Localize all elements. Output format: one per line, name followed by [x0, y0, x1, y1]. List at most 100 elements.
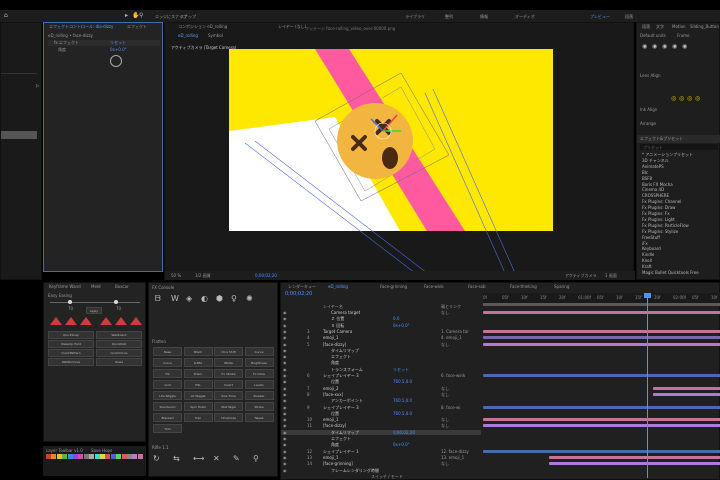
fx-button[interactable]: Lit Wiggle: [183, 391, 213, 400]
effects-list-item[interactable]: Fx Plugins: ParticleFlow: [642, 223, 689, 228]
layer-name[interactable]: [face-dizzy]: [323, 423, 346, 428]
fx-button[interactable]: Levels: [244, 380, 274, 389]
timeline-tab[interactable]: Face-thinking: [507, 283, 540, 291]
visibility-eye-icon[interactable]: ◉: [283, 386, 287, 391]
layer-parent[interactable]: なし: [441, 417, 449, 422]
layer-parent[interactable]: なし: [441, 423, 449, 428]
layer-name[interactable]: Ｚ 位置: [331, 316, 344, 321]
color-swatch[interactable]: [67, 454, 73, 459]
visibility-eye-icon[interactable]: ◉: [283, 461, 287, 466]
layer-row[interactable]: [281, 386, 481, 391]
layer-name[interactable]: [face-grinning]: [323, 461, 353, 466]
color-swatch[interactable]: [110, 454, 116, 459]
visibility-eye-icon[interactable]: ◉: [283, 417, 287, 422]
timeline-tab[interactable]: レンダーキュー: [285, 283, 319, 291]
layer-row[interactable]: [281, 316, 481, 321]
zoom-level[interactable]: 50 %: [171, 273, 181, 278]
layer-duration-bar[interactable]: [483, 449, 720, 453]
menu-item[interactable]: ライブラリ: [405, 14, 425, 19]
fx-button[interactable]: HSL: [183, 380, 213, 389]
layer-name[interactable]: emoji_1: [323, 335, 339, 340]
layer-value[interactable]: 0x+0.0°: [393, 323, 410, 328]
layer-row[interactable]: [281, 367, 481, 372]
tab-boxcar[interactable]: Boxcar: [112, 283, 132, 291]
rifle-tool-icon[interactable]: ⟷: [193, 455, 204, 463]
tab-effect-controls[interactable]: エフェクトコントロール: dia-dizzy: [46, 23, 116, 31]
layer-row[interactable]: [281, 411, 481, 416]
tab-sliding[interactable]: Sliding_Button: [687, 23, 720, 31]
color-swatch[interactable]: [46, 454, 51, 459]
comp-canvas[interactable]: [165, 23, 635, 281]
apply-button[interactable]: apply: [86, 307, 102, 314]
layer-parent[interactable]: 12. face-dizzy: [441, 449, 469, 454]
home-icon[interactable]: ⌂: [4, 12, 8, 20]
color-swatch[interactable]: [62, 454, 68, 459]
layer-name[interactable]: 角度: [331, 442, 339, 447]
layer-value[interactable]: 760.5,0.0: [393, 398, 412, 403]
menu-item[interactable]: 情報: [480, 14, 488, 19]
fx-button[interactable]: Fill: [153, 369, 182, 378]
layer-name[interactable]: エフェクト: [331, 354, 351, 359]
visibility-eye-icon[interactable]: ◉: [283, 430, 287, 435]
ease-presets-icon[interactable]: [48, 315, 144, 327]
lens-icon[interactable]: ◎: [687, 95, 692, 103]
layer-duration-bar[interactable]: [549, 462, 720, 466]
track-area[interactable]: [483, 310, 720, 475]
script-button[interactable]: WallRemove: [48, 358, 94, 366]
visibility-eye-icon[interactable]: ◉: [283, 449, 287, 454]
visibility-eye-icon[interactable]: ◉: [283, 436, 287, 441]
color-swatch[interactable]: [100, 454, 105, 459]
visibility-eye-icon[interactable]: ◉: [283, 316, 287, 321]
layer-name[interactable]: [face-xxx]: [323, 392, 343, 397]
layer-name[interactable]: emoji_1: [323, 455, 339, 460]
align-icon[interactable]: ◉: [642, 43, 647, 51]
effects-list-item[interactable]: iFx: [642, 241, 648, 246]
fx-button[interactable]: Trim: [153, 424, 182, 433]
angle-dial[interactable]: [110, 55, 122, 67]
effects-list-item[interactable]: Fx Plugins: Fx: [642, 211, 670, 216]
fx-button[interactable]: White: [214, 358, 243, 367]
layer-row[interactable]: [281, 398, 481, 403]
visibility-eye-icon[interactable]: ◉: [283, 442, 287, 447]
effects-list-item[interactable]: Fx Plugins: Draw: [642, 205, 675, 210]
effects-list-item[interactable]: AnimatePS: [642, 164, 664, 169]
layer-value[interactable]: 760.5,0.0: [393, 411, 412, 416]
script-button[interactable]: QuickClone: [96, 349, 142, 357]
ease-slider-track[interactable]: [50, 302, 140, 303]
effects-list-item[interactable]: Boris FX Mocha: [642, 182, 673, 187]
rifle-tool-icon[interactable]: ✕: [213, 455, 220, 463]
timeline-tab[interactable]: Sparing: [551, 283, 572, 291]
layer-name[interactable]: フレームレンダリング時間: [331, 468, 379, 473]
effects-list-item[interactable]: Magic Bullet Quicktools Free: [642, 270, 699, 275]
color-swatch[interactable]: [121, 454, 127, 459]
effects-list-item[interactable]: Kraft: [642, 264, 652, 269]
visibility-eye-icon[interactable]: ◉: [283, 335, 287, 340]
fx-button[interactable]: LUMA: [183, 358, 213, 367]
layer-value[interactable]: 0x+0.0°: [393, 442, 410, 447]
visibility-eye-icon[interactable]: ◉: [283, 310, 287, 315]
ease-slider-handle[interactable]: [68, 300, 72, 304]
align-icon[interactable]: ◉: [672, 43, 677, 51]
tab-character[interactable]: 文字: [653, 23, 667, 31]
effects-list-item[interactable]: 3D チャンネル: [642, 158, 669, 163]
effect-value[interactable]: リセット: [110, 40, 126, 45]
fx-button[interactable]: Chrs Shift: [214, 347, 243, 356]
visibility-eye-icon[interactable]: ◉: [283, 373, 287, 378]
layer-row[interactable]: [281, 429, 481, 435]
timeline-tab[interactable]: Face-wink: [421, 283, 447, 291]
visibility-eye-icon[interactable]: ◉: [283, 398, 287, 403]
layer-row[interactable]: [281, 354, 481, 359]
effects-list-item[interactable]: Fx Plugins: Light: [642, 217, 675, 222]
menu-item[interactable]: プレビュー: [590, 14, 610, 19]
timeline-tab[interactable]: Face-grinning: [377, 283, 410, 291]
layer-name[interactable]: 位置: [331, 411, 339, 416]
layer-duration-bar[interactable]: [483, 424, 720, 428]
visibility-eye-icon[interactable]: ◉: [283, 329, 287, 334]
fx-button[interactable]: Silentanim: [153, 402, 182, 411]
fx-button[interactable]: Prism: [183, 369, 213, 378]
fx-button[interactable]: Trail: [183, 413, 213, 422]
layer-name[interactable]: Target Camera: [323, 329, 352, 334]
color-swatch[interactable]: [116, 454, 122, 459]
layer-name[interactable]: [face-dizzy]: [323, 342, 346, 347]
lens-icon[interactable]: ◎: [671, 95, 676, 103]
